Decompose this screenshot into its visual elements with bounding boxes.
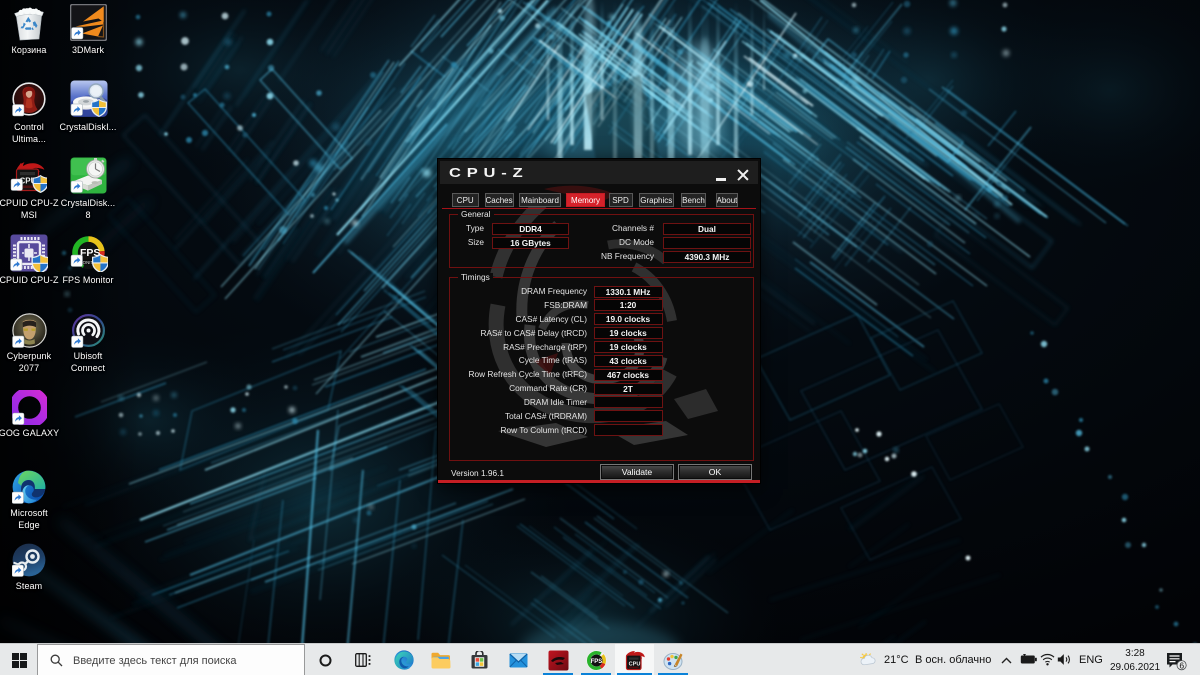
- svg-text:6: 6: [1179, 660, 1184, 670]
- svg-text:FPS: FPS: [590, 659, 602, 665]
